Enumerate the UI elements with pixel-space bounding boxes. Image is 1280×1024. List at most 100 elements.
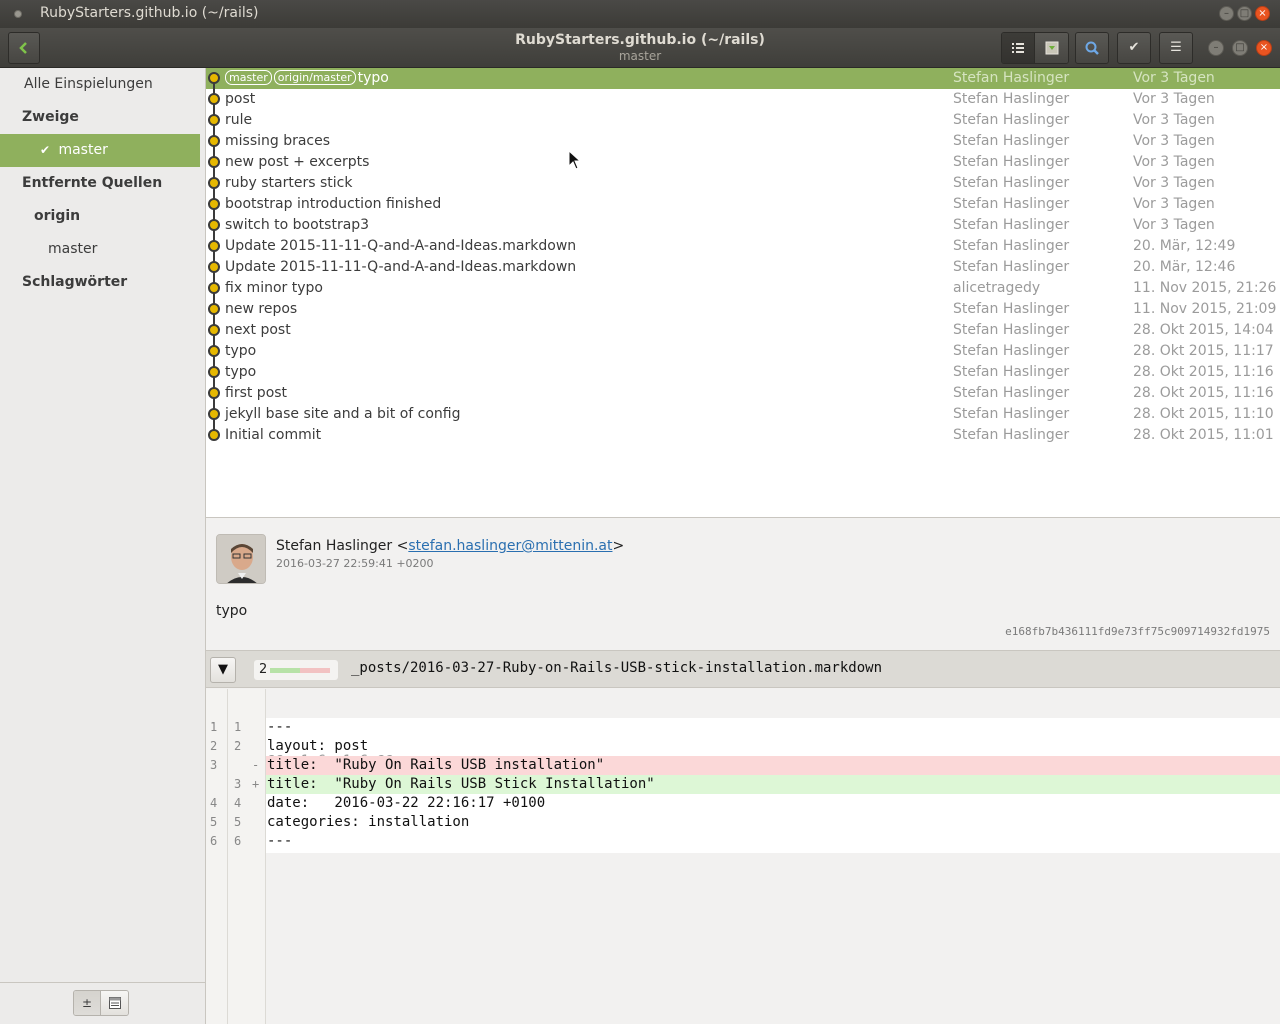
commit-message: typo xyxy=(216,603,248,619)
commit-row[interactable]: first post Stefan Haslinger 28. Okt 2015, … xyxy=(206,383,1280,404)
commit-subject: rule xyxy=(225,112,253,128)
diff-code: title: "Ruby On Rails USB installation" xyxy=(267,756,605,775)
commit-date-cell: Vor 3 Tagen xyxy=(1133,70,1215,86)
commit-node-icon xyxy=(208,282,220,294)
commit-row[interactable]: typo Stefan Haslinger 28. Okt 2015, 11:17 xyxy=(206,341,1280,362)
author-email-link[interactable]: stefan.haslinger@mittenin.at xyxy=(408,538,612,554)
commit-subject-cell: new repos xyxy=(225,299,297,320)
commit-row[interactable]: rule Stefan Haslinger Vor 3 Tagen xyxy=(206,110,1280,131)
commit-row[interactable]: bootstrap introduction finished Stefan Ha… xyxy=(206,194,1280,215)
commit-subject-cell: missing braces xyxy=(225,131,330,152)
commit-list: master origin/master typo Stefan Haslinger V… xyxy=(206,68,1280,518)
search-button[interactable] xyxy=(1075,32,1109,64)
window-titlebar: RubyStarters.github.io (~/rails) – □ × xyxy=(0,0,1280,28)
commit-row[interactable]: new post + excerpts Stefan Haslinger Vor 3… xyxy=(206,152,1280,173)
commit-node-icon xyxy=(208,93,220,105)
commit-stage-icon xyxy=(1045,41,1058,55)
commit-date-cell: Vor 3 Tagen xyxy=(1133,133,1215,149)
maximize-icon[interactable]: □ xyxy=(1237,6,1252,21)
old-line-number: 3 xyxy=(210,758,218,772)
header-minimize-icon[interactable]: – xyxy=(1208,40,1224,56)
window-controls: – □ × xyxy=(1219,6,1270,21)
commit-author-name: Stefan Haslinger xyxy=(953,112,1070,128)
commit-row[interactable]: Update 2015-11-11-Q-and-A-and-Ideas.mark… xyxy=(206,257,1280,278)
diff-file-name: _posts/2016-03-27-Ruby-on-Rails-USB-stic… xyxy=(351,660,883,676)
author-name: Stefan Haslinger xyxy=(276,538,393,554)
diff-code: --- xyxy=(267,719,293,735)
diff-icon: ± xyxy=(81,996,93,1010)
commit-subject-cell: new post + excerpts xyxy=(225,152,369,173)
commit-row[interactable]: post Stefan Haslinger Vor 3 Tagen xyxy=(206,89,1280,110)
commit-row[interactable]: next post Stefan Haslinger 28. Okt 2015, 1… xyxy=(206,320,1280,341)
commit-row[interactable]: master origin/master typo Stefan Haslinger V… xyxy=(206,68,1280,89)
commit-author-name: Stefan Haslinger xyxy=(953,70,1070,86)
commit-date-cell: 28. Okt 2015, 11:01 xyxy=(1133,427,1274,443)
old-line-number: 5 xyxy=(210,815,218,829)
header-maximize-icon[interactable]: □ xyxy=(1232,40,1248,56)
commit-date-cell: 28. Okt 2015, 11:16 xyxy=(1133,385,1274,401)
commit-node-icon xyxy=(208,261,220,273)
checkmark-icon: ✔ xyxy=(1128,40,1140,55)
commit-row[interactable]: Initial commit Stefan Haslinger 28. Okt 20… xyxy=(206,425,1280,446)
commit-row[interactable]: missing braces Stefan Haslinger Vor 3 Tage… xyxy=(206,131,1280,152)
old-line-number: 4 xyxy=(210,796,218,810)
old-line-number: 6 xyxy=(210,834,218,848)
file-mode-button[interactable] xyxy=(101,991,128,1015)
commit-row[interactable]: typo Stefan Haslinger 28. Okt 2015, 11:16 xyxy=(206,362,1280,383)
commit-subject-cell: rule xyxy=(225,110,252,131)
commit-subject-cell: next post xyxy=(225,320,291,341)
close-icon[interactable]: × xyxy=(1255,6,1270,21)
commit-subject: Update 2015-11-11-Q-and-A-and-Ideas.mark… xyxy=(225,238,577,254)
commit-subject-cell: Update 2015-11-11-Q-and-A-and-Ideas.mark… xyxy=(225,257,576,278)
commit-row[interactable]: jekyll base site and a bit of config Stef… xyxy=(206,404,1280,425)
commit-subject: fix minor typo xyxy=(225,280,323,296)
commit-row[interactable]: fix minor typo alicetragedy 11. Nov 2015, … xyxy=(206,278,1280,299)
commit-subject-cell: fix minor typo xyxy=(225,278,323,299)
sidebar-item-remote-origin[interactable]: origin xyxy=(0,200,200,233)
commit-date-cell: 20. Mär, 12:49 xyxy=(1133,238,1236,254)
commit-subject: typo xyxy=(357,70,389,86)
commit-author-name: Stefan Haslinger xyxy=(953,406,1070,422)
new-line-number: 3 xyxy=(234,777,242,791)
menu-button[interactable]: ☰ xyxy=(1159,32,1193,64)
commit-node-icon xyxy=(208,366,220,378)
hunk-header-row: · · @@ -1,6 +1,6 @@ xyxy=(206,695,1280,769)
commit-view-button[interactable] xyxy=(1035,33,1068,63)
diff-code: --- xyxy=(267,833,293,849)
commit-subject: missing braces xyxy=(225,133,331,149)
expand-collapse-button[interactable]: ▼ xyxy=(210,657,236,683)
diff-mode-button[interactable]: ± xyxy=(74,991,101,1015)
commit-node-icon xyxy=(208,72,220,84)
sidebar-item-label: master xyxy=(48,241,98,257)
header-close-icon[interactable]: × xyxy=(1256,40,1272,56)
commit-row[interactable]: Update 2015-11-11-Q-and-A-and-Ideas.mark… xyxy=(206,236,1280,257)
history-view-button[interactable] xyxy=(1002,33,1035,63)
commit-subject: jekyll base site and a bit of config xyxy=(225,406,461,422)
commit-subject-cell: first post xyxy=(225,383,287,404)
header-bar: RubyStarters.github.io (~/rails) master … xyxy=(0,28,1280,68)
commit-node-icon xyxy=(208,387,220,399)
sidebar-item-branch-master[interactable]: ✔ master xyxy=(0,134,200,167)
commit-subject-cell: jekyll base site and a bit of config xyxy=(225,404,461,425)
commit-date: 2016-03-27 22:59:41 +0200 xyxy=(276,557,434,570)
commit-node-icon xyxy=(208,324,220,336)
commit-node-icon xyxy=(208,408,220,420)
select-mode-button[interactable]: ✔ xyxy=(1117,32,1151,64)
minimize-icon[interactable]: – xyxy=(1219,6,1234,21)
commit-row[interactable]: switch to bootstrap3 Stefan Haslinger Vor … xyxy=(206,215,1280,236)
sidebar-item-all-commits[interactable]: Alle Einspielungen xyxy=(0,68,200,101)
commit-author-name: Stefan Haslinger xyxy=(953,364,1070,380)
commit-row[interactable]: new repos Stefan Haslinger 11. Nov 2015, 2… xyxy=(206,299,1280,320)
diff-sign: - xyxy=(252,758,260,772)
new-line-number: 6 xyxy=(234,834,242,848)
mouse-cursor-icon xyxy=(568,150,582,170)
triangle-down-icon: ▼ xyxy=(218,662,228,677)
commit-subject: new repos xyxy=(225,301,298,317)
additions-bar xyxy=(270,668,300,673)
commit-author-name: Stefan Haslinger xyxy=(953,217,1070,233)
commit-author-name: Stefan Haslinger xyxy=(953,301,1070,317)
sidebar-item-label: Alle Einspielungen xyxy=(24,76,153,92)
commit-row[interactable]: ruby starters stick Stefan Haslinger Vor 3… xyxy=(206,173,1280,194)
diff-file-header: ▼ 2 _posts/2016-03-27-Ruby-on-Rails-USB-… xyxy=(206,650,1280,688)
sidebar-item-remote-branch-master[interactable]: master xyxy=(0,233,200,266)
